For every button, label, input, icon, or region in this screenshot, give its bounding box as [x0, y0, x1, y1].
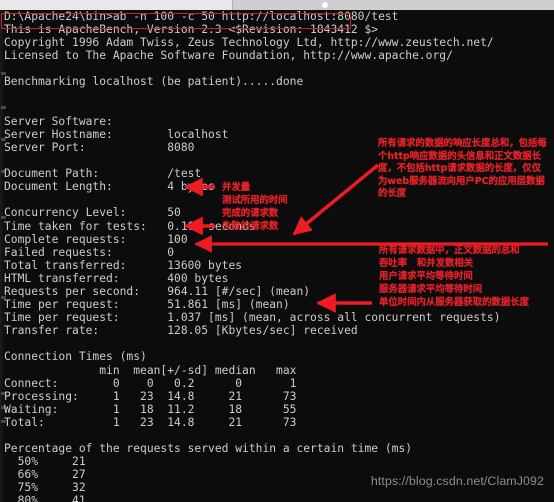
terminal-line: This is ApacheBench, Version 2.3 <$Revis… — [4, 23, 379, 37]
underlying-window-title-strip — [0, 0, 554, 10]
terminal-line: Percentage of the requests served within… — [4, 442, 413, 456]
terminal-line: Concurrency Level: 50 — [4, 206, 181, 220]
underlying-window-tab — [0, 0, 233, 10]
annotation-total-transferred: 所有请求的数据的响应长度总和，包括每个http响应数据的头信息和正文数据长度，不… — [378, 138, 547, 200]
annotation-time-per-request-all: 服务器请求平均等待时间 — [379, 284, 483, 295]
terminal-line: D:\Apache24\bin>ab -n 100 -c 50 http://l… — [4, 10, 399, 23]
annotation-failed-requests: 失败的请求数 — [222, 221, 279, 232]
terminal-line: min mean[+/-sd] median max — [4, 363, 297, 377]
terminal-line: Copyright 1996 Adam Twiss, Zeus Technolo… — [4, 36, 494, 50]
terminal-line: Benchmarking localhost (be patient).....… — [4, 75, 304, 89]
terminal-line: Transfer rate: 128.05 [Kbytes/sec] recei… — [4, 324, 358, 338]
annotation-requests-per-second: 吞吐率 和并发数相关 — [379, 258, 474, 269]
terminal-line: Connect: 0 0 0.2 0 1 — [4, 376, 297, 390]
terminal-line: Processing: 1 23 14.8 21 73 — [4, 389, 297, 403]
annotation-transfer-rate: 单位时间内从服务器获取的数据长度 — [379, 297, 530, 308]
annotation-html-transferred: 所有请求数据中，正文数据的总和 — [379, 245, 520, 256]
terminal-line: Waiting: 1 18 11.2 18 55 — [4, 402, 297, 416]
terminal-line: Connection Times (ms) — [4, 350, 147, 364]
terminal-line: Time per request: 1.037 [ms] (mean, acro… — [4, 311, 501, 325]
watermark: https://blog.csdn.net/ClamJ092 — [370, 474, 544, 488]
command-prompt-console[interactable]: D:\Apache24\bin>ab -n 100 -c 50 http://l… — [0, 10, 554, 502]
terminal-line: Total: 1 23 14.8 21 73 — [4, 415, 297, 429]
terminal-line: Complete requests: 100 — [4, 232, 188, 246]
annotation-concurrency-level: 并发量 — [222, 182, 251, 193]
annotation-complete-requests: 完成的请求数 — [222, 208, 279, 219]
terminal-line: Time taken for tests: 0.104 seconds — [4, 219, 256, 233]
annotation-time-taken: 测试所用的时间 — [222, 195, 288, 206]
terminal-line: 50% 21 — [4, 455, 86, 469]
annotation-time-per-request-mean: 用户请求平均等待时间 — [379, 271, 473, 282]
terminal-line: Licensed to The Apache Software Foundati… — [4, 49, 453, 63]
terminal-line: 80% 41 — [4, 494, 86, 502]
underlying-window-dot — [322, 2, 328, 8]
terminal-line: Server Software: — [4, 114, 113, 128]
